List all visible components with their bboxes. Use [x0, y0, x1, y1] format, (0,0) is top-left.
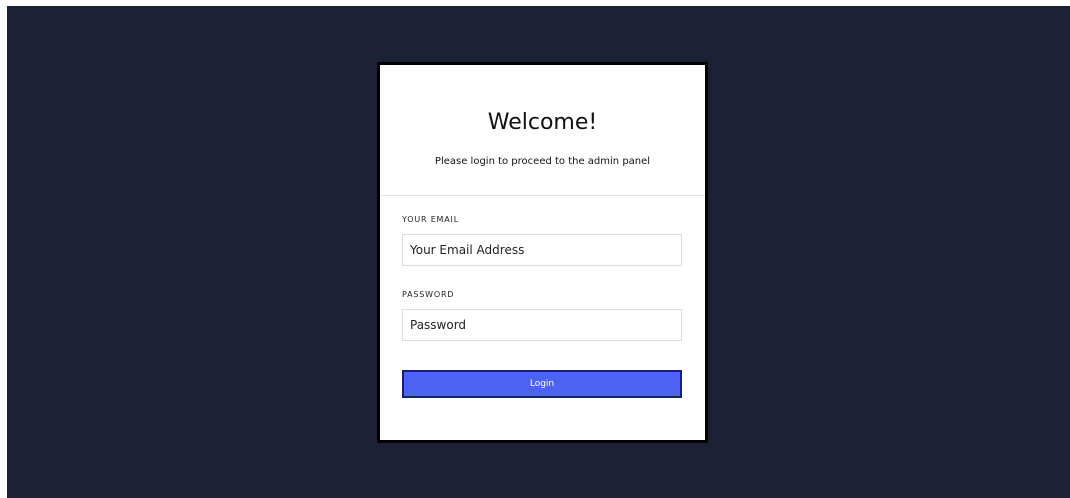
page-background: Welcome! Please login to proceed to the …	[7, 6, 1070, 498]
email-label: YOUR EMAIL	[402, 215, 459, 224]
email-field[interactable]	[402, 234, 682, 266]
password-label: PASSWORD	[402, 290, 455, 299]
login-card: Welcome! Please login to proceed to the …	[377, 62, 708, 443]
password-field[interactable]	[402, 309, 682, 341]
page-title: Welcome!	[487, 110, 598, 135]
login-button[interactable]: Login	[402, 370, 682, 398]
login-card-header: Welcome! Please login to proceed to the …	[380, 65, 705, 196]
login-subtitle: Please login to proceed to the admin pan…	[434, 156, 651, 167]
